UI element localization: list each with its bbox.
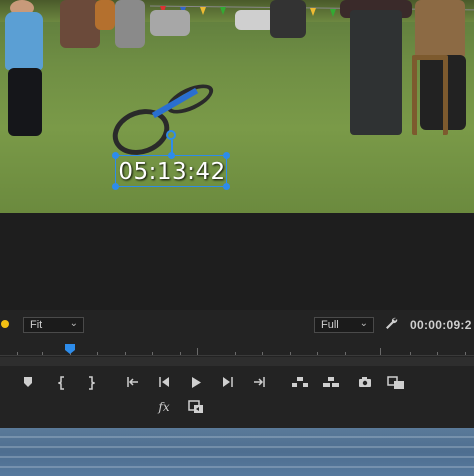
man-legs xyxy=(350,10,402,135)
fx-icon[interactable]: fx xyxy=(155,398,173,416)
crowd-person xyxy=(115,0,145,48)
video-frame[interactable]: 05:13:42 xyxy=(0,0,474,213)
lift-icon[interactable] xyxy=(290,374,310,392)
chevron-down-icon: ⌄ xyxy=(69,318,78,329)
girl-shirt xyxy=(415,0,465,60)
comparison-view-icon[interactable] xyxy=(386,374,406,392)
resize-handle[interactable] xyxy=(112,152,119,159)
sign-board xyxy=(270,0,306,38)
timeline-scroll-track[interactable] xyxy=(0,357,474,366)
anchor-point-handle[interactable] xyxy=(166,130,176,140)
premiere-program-monitor: 05:13:42 Fit ⌄ Full ⌄ 00:00:09:2 fx xyxy=(0,0,474,476)
crowd-person xyxy=(150,10,190,36)
zoom-level-select[interactable]: Fit ⌄ xyxy=(23,317,84,333)
play-icon[interactable] xyxy=(187,374,205,392)
monitor-letterbox xyxy=(0,213,474,310)
go-to-in-icon[interactable] xyxy=(124,374,142,392)
proxy-icon[interactable] xyxy=(187,398,205,416)
playhead-timecode[interactable]: 00:00:09:2 xyxy=(410,318,472,332)
step-forward-icon[interactable] xyxy=(219,374,237,392)
go-to-out-icon[interactable] xyxy=(250,374,268,392)
crowd-person xyxy=(235,10,275,30)
bike-wheel xyxy=(162,78,218,120)
title-bounding-box[interactable]: 05:13:42 xyxy=(112,152,230,190)
playback-resolution-value: Full xyxy=(321,319,339,331)
camera-icon[interactable] xyxy=(356,374,374,392)
child-shirt xyxy=(5,12,43,70)
marker-icon[interactable] xyxy=(19,374,37,392)
crowd-person xyxy=(95,0,115,30)
marker-dot-icon xyxy=(1,320,9,328)
wrench-icon[interactable] xyxy=(384,316,398,333)
crowd-person xyxy=(60,0,100,48)
next-video-frame xyxy=(0,428,474,476)
chevron-down-icon: ⌄ xyxy=(359,318,368,329)
mark-out-icon[interactable] xyxy=(82,374,100,392)
playback-resolution-select[interactable]: Full ⌄ xyxy=(314,317,374,333)
wooden-stool xyxy=(412,55,448,135)
resize-handle[interactable] xyxy=(168,152,175,159)
extract-icon[interactable] xyxy=(321,374,341,392)
zoom-level-value: Fit xyxy=(30,319,43,331)
child-legs xyxy=(8,68,42,136)
step-back-icon[interactable] xyxy=(155,374,173,392)
resize-handle[interactable] xyxy=(223,152,230,159)
mark-in-icon[interactable] xyxy=(53,374,71,392)
title-overlay-text[interactable]: 05:13:42 xyxy=(116,159,228,185)
